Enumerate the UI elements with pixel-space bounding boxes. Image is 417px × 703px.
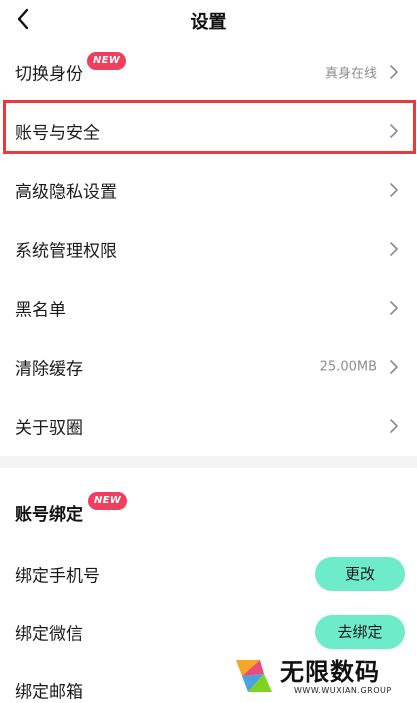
binding-row-label: 绑定微信: [15, 624, 83, 644]
section-divider: [0, 456, 417, 468]
chevron-right-icon: [390, 418, 398, 433]
header-bar: 设置: [0, 0, 417, 40]
settings-item-label: 清除缓存: [15, 359, 83, 379]
bind-wechat-button[interactable]: 去绑定: [315, 614, 405, 649]
settings-item-advanced-privacy[interactable]: 高级隐私设置: [0, 160, 417, 219]
new-badge: NEW: [88, 492, 128, 510]
settings-item-about[interactable]: 关于驭圈: [0, 396, 417, 455]
chevron-right-icon: [390, 123, 398, 138]
binding-row-label: 绑定邮箱: [15, 682, 83, 702]
settings-item-label: 黑名单: [15, 300, 66, 320]
brand-logo-icon: [236, 660, 272, 692]
watermark-logo: 无限数码 WWW.WUXIAN.GROUP: [232, 652, 412, 700]
chevron-right-icon: [390, 241, 398, 256]
settings-item-label: 关于驭圈: [15, 418, 83, 438]
binding-row-label: 绑定手机号: [15, 566, 100, 586]
chevron-right-icon: [390, 300, 398, 315]
binding-row-phone: 绑定手机号 更改: [0, 544, 417, 603]
cache-size-value: 25.00MB: [319, 359, 377, 374]
settings-item-switch-identity[interactable]: 切换身份 NEW 真身在线: [0, 42, 417, 101]
settings-item-label: 切换身份: [15, 64, 83, 84]
page-title: 设置: [190, 12, 227, 33]
settings-item-clear-cache[interactable]: 清除缓存 25.00MB: [0, 337, 417, 396]
watermark-name: 无限数码: [280, 658, 380, 686]
chevron-right-icon: [390, 182, 398, 197]
new-badge: NEW: [87, 52, 127, 70]
settings-item-blacklist[interactable]: 黑名单: [0, 278, 417, 337]
settings-item-label: 高级隐私设置: [15, 182, 117, 202]
settings-item-account-security[interactable]: 账号与安全: [0, 101, 417, 160]
change-phone-button[interactable]: 更改: [315, 556, 405, 591]
chevron-right-icon: [390, 64, 398, 79]
settings-item-label: 账号与安全: [15, 123, 100, 143]
settings-item-system-permissions[interactable]: 系统管理权限: [0, 219, 417, 278]
watermark-url: WWW.WUXIAN.GROUP: [294, 686, 392, 695]
settings-item-label: 系统管理权限: [15, 241, 117, 261]
identity-status-value: 真身在线: [324, 66, 377, 81]
section-title-account-binding: 账号绑定: [15, 505, 83, 525]
chevron-right-icon: [390, 359, 398, 374]
